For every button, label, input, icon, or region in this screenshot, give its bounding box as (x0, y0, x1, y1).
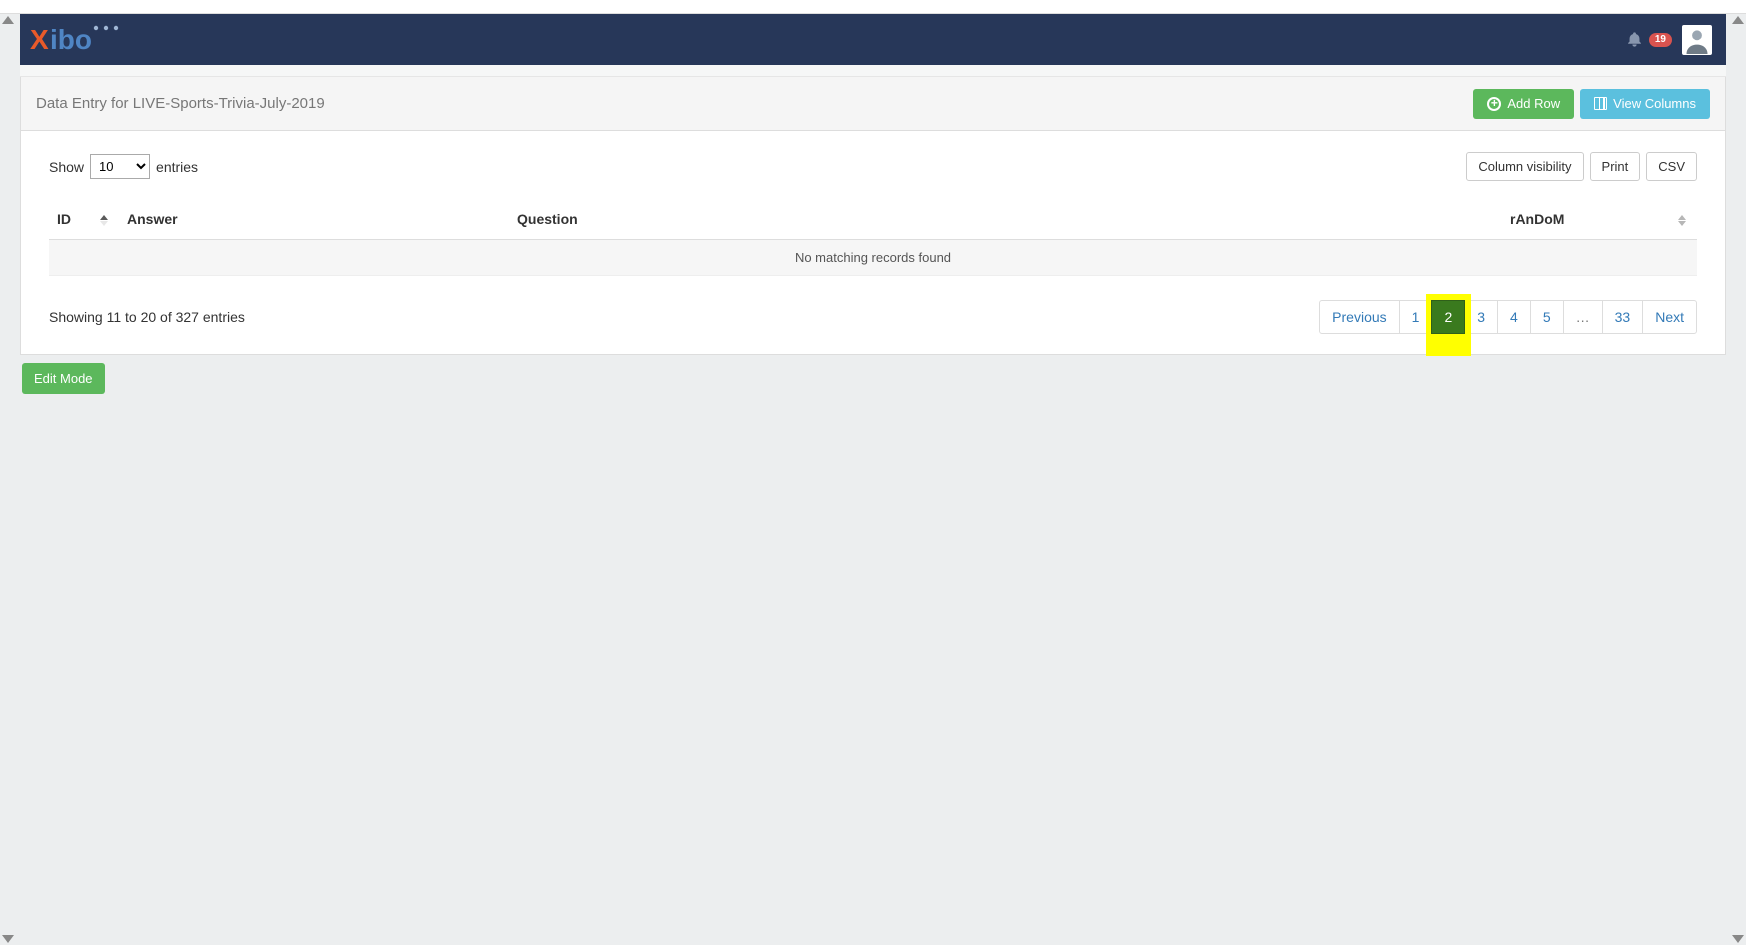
sub-bar (20, 65, 1726, 77)
page-5[interactable]: 5 (1530, 300, 1564, 334)
scroll-down-icon[interactable] (2, 935, 14, 943)
view-columns-button[interactable]: View Columns (1580, 89, 1710, 119)
pagination: Previous 1 2 3 4 5 … 33 Next (1320, 300, 1697, 334)
scroll-up-icon[interactable] (1732, 16, 1744, 24)
scroll-up-icon[interactable] (2, 16, 14, 24)
columns-icon (1594, 97, 1607, 110)
page-2[interactable]: 2 (1431, 300, 1465, 334)
brand-logo[interactable]: X ibo (30, 14, 122, 65)
panel-heading: Data Entry for LIVE-Sports-Trivia-July-2… (20, 77, 1726, 131)
column-header-id[interactable]: ID (49, 201, 119, 240)
notification-badge: 19 (1649, 33, 1672, 47)
column-header-answer-label: Answer (127, 211, 178, 227)
csv-button[interactable]: CSV (1646, 152, 1697, 181)
column-header-question-label: Question (517, 211, 578, 227)
add-row-label: Add Row (1507, 97, 1560, 110)
panel-body: Show 10 entries Column visibility Print … (20, 131, 1726, 355)
table-info: Showing 11 to 20 of 327 entries (49, 309, 245, 325)
page-next[interactable]: Next (1642, 300, 1697, 334)
notifications[interactable]: 19 (1626, 31, 1672, 48)
column-visibility-button[interactable]: Column visibility (1466, 152, 1583, 181)
show-entries: Show 10 entries (49, 154, 198, 179)
page-ellipsis: … (1563, 300, 1603, 334)
svg-text:ibo: ibo (50, 24, 92, 55)
sort-icon (1675, 213, 1689, 227)
page-33[interactable]: 33 (1602, 300, 1644, 334)
page-4[interactable]: 4 (1497, 300, 1531, 334)
empty-message: No matching records found (49, 240, 1697, 276)
bell-icon (1626, 31, 1643, 48)
column-header-question[interactable]: Question (509, 201, 1502, 240)
browser-bookmark-bar (0, 0, 1746, 14)
page-title: Data Entry for LIVE-Sports-Trivia-July-2… (36, 95, 325, 112)
data-entry-panel: Data Entry for LIVE-Sports-Trivia-July-2… (20, 77, 1726, 355)
sort-asc-icon (97, 213, 111, 227)
user-avatar[interactable] (1682, 25, 1712, 55)
left-scrollbar[interactable] (0, 14, 20, 945)
right-scrollbar[interactable] (1726, 14, 1746, 945)
column-header-id-label: ID (57, 211, 71, 227)
scroll-down-icon[interactable] (1732, 935, 1744, 943)
top-nav: X ibo 19 (20, 14, 1726, 65)
view-columns-label: View Columns (1613, 97, 1696, 110)
avatar-icon (1683, 26, 1711, 54)
page-previous[interactable]: Previous (1319, 300, 1399, 334)
column-header-answer[interactable]: Answer (119, 201, 509, 240)
table-empty-row: No matching records found (49, 240, 1697, 276)
plus-circle-icon: + (1487, 97, 1501, 111)
app-frame: X ibo 19 (20, 14, 1726, 945)
entries-label: entries (156, 159, 198, 175)
entries-select[interactable]: 10 (90, 154, 150, 179)
column-header-random[interactable]: rAnDoM (1502, 201, 1697, 240)
print-button[interactable]: Print (1590, 152, 1641, 181)
edit-mode-button[interactable]: Edit Mode (22, 363, 105, 394)
column-header-random-label: rAnDoM (1510, 211, 1564, 227)
add-row-button[interactable]: + Add Row (1473, 89, 1574, 119)
show-label: Show (49, 159, 84, 175)
data-table: ID Answer Question (49, 201, 1697, 276)
svg-text:X: X (30, 24, 49, 55)
